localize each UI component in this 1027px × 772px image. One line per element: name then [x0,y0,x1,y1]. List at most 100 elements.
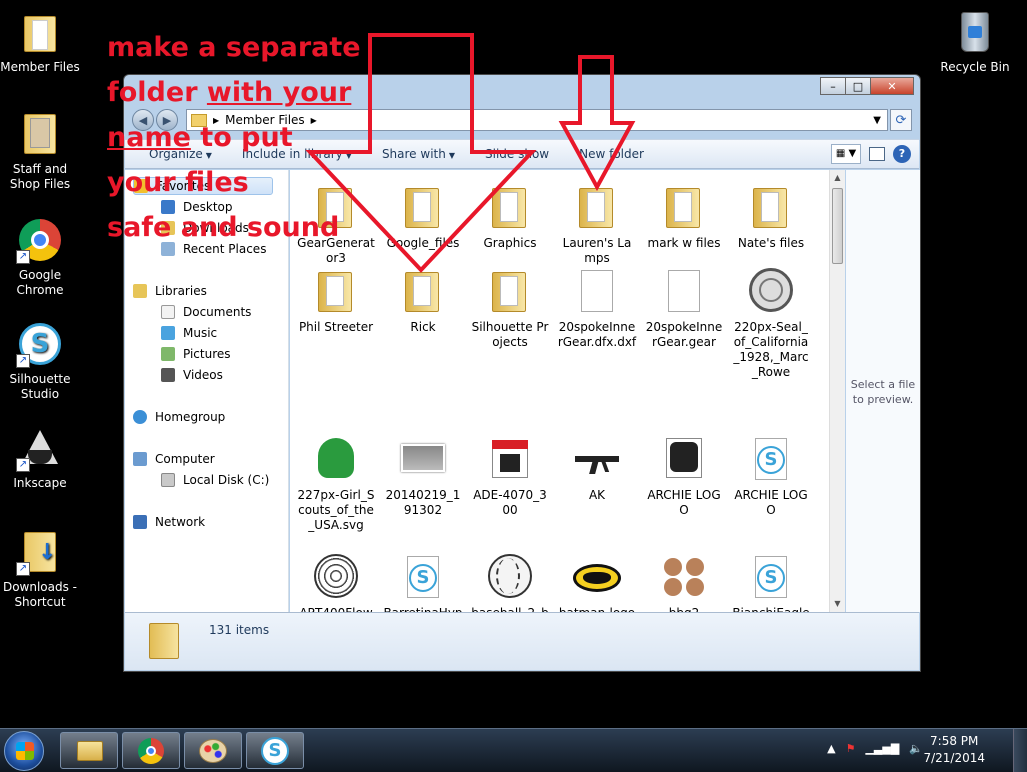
vertical-scrollbar[interactable]: ▲ ▼ [829,170,845,612]
file-item[interactable]: 220px-Seal_of_California_1928,_Marc_Rowe [731,268,811,380]
maximize-button[interactable]: □ [845,77,871,95]
taskbar-explorer[interactable] [60,732,118,769]
taskbar-silhouette[interactable]: S [246,732,304,769]
include-in-library-button[interactable]: Include in library ▼ [242,147,352,161]
nav-label: Homegroup [155,410,226,424]
file-item[interactable]: Lauren's Lamps [557,184,637,266]
nav-recent-places[interactable]: Recent Places [161,240,266,258]
share-with-button[interactable]: Share with ▼ [382,147,455,161]
nav-label: Libraries [155,284,207,298]
file-item[interactable]: mark w files [644,184,724,251]
file-item[interactable]: bbq2 [644,554,724,612]
pictures-icon [161,347,175,361]
preview-pane-icon[interactable] [869,147,885,161]
new-folder-button[interactable]: New folder [579,147,644,161]
desktop-icon-recycle-bin[interactable]: Recycle Bin [935,8,1015,75]
document-icon [573,268,621,316]
folder-icon [399,184,447,232]
danger-sign-icon [486,436,534,484]
close-button[interactable]: ✕ [870,77,914,95]
photo-icon [399,436,447,484]
file-item[interactable]: 20140219_191302 [383,436,463,518]
back-button[interactable]: ◀ [132,109,154,131]
nav-homegroup[interactable]: Homegroup [133,408,225,426]
taskbar-paint[interactable] [184,732,242,769]
file-item[interactable]: Nate's files [731,184,811,251]
file-item[interactable]: SBianchiEagle [731,554,811,612]
file-item[interactable]: 20spokeInnerGear.gear [644,268,724,350]
libraries-icon [133,284,147,298]
file-item[interactable]: SBarretinaHyperLIte-20120103 - 14 [383,554,463,612]
nav-libraries[interactable]: Libraries [133,282,207,300]
file-label: Rick [410,320,436,334]
preview-message: Select a file to preview. [850,378,916,406]
nav-favorites[interactable]: Favorites [133,177,273,195]
desktop-icon-inkscape[interactable]: ↗ Inkscape [0,424,80,491]
file-item[interactable]: batman-logo-big [557,554,637,612]
file-item[interactable]: Google_files [383,184,463,251]
help-icon[interactable]: ? [893,145,911,163]
nav-label: Videos [183,368,223,382]
address-bar[interactable]: ▶ Member Files ▶ ▼ [186,109,888,131]
file-item[interactable]: Silhouette Projects [470,268,550,350]
minimize-button[interactable]: – [820,77,846,95]
view-options-icon[interactable]: ▦ ▼ [831,144,861,164]
file-item[interactable]: ART400FlowerOfLife [296,554,376,612]
nav-pictures[interactable]: Pictures [161,345,231,363]
file-item[interactable]: ADE-4070_300 [470,436,550,518]
desktop-icon-google-chrome[interactable]: ↗ Google Chrome [0,216,80,298]
desktop-icon-staff-shop-files[interactable]: Staff and Shop Files [0,110,80,192]
folder-icon [660,184,708,232]
file-label: Silhouette Projects [471,320,549,349]
folder-icon [573,184,621,232]
file-item[interactable]: GearGenerator3 [296,184,376,266]
file-item[interactable]: AK [557,436,637,503]
logo-image-icon [660,436,708,484]
scroll-thumb[interactable] [832,188,843,264]
silhouette-icon: S [261,737,289,765]
file-item[interactable]: Phil Streeter [296,268,376,335]
nav-videos[interactable]: Videos [161,366,223,384]
file-item[interactable]: Graphics [470,184,550,251]
show-hidden-icons-icon[interactable]: ▲ [827,742,835,755]
chevron-down-icon[interactable]: ▼ [873,115,887,126]
clock[interactable]: 7:58 PM 7/21/2014 [923,733,985,767]
nav-computer[interactable]: Computer [133,450,215,468]
scroll-down-icon[interactable]: ▼ [830,596,845,612]
desktop-icon-member-files[interactable]: Member Files [0,8,80,75]
file-item[interactable]: ARCHIE LOGO [644,436,724,518]
flag-warning-icon[interactable]: ⚑ [846,742,856,755]
forward-button[interactable]: ▶ [156,109,178,131]
organize-button[interactable]: Organize ▼ [149,147,212,161]
nav-documents[interactable]: Documents [161,303,251,321]
file-item[interactable]: S ARCHIE LOGO [731,436,811,518]
desktop-icon-silhouette-studio[interactable]: S ↗ Silhouette Studio [0,320,80,402]
taskbar-chrome[interactable] [122,732,180,769]
signal-strength-icon[interactable]: ▁▃▅▇ [865,742,899,755]
slide-show-button[interactable]: Slide show [485,147,549,161]
file-item[interactable]: 227px-Girl_Scouts_of_the_USA.svg [296,436,376,533]
file-item[interactable]: baseball_2_black_white_line_art_christma… [470,554,550,612]
nav-label: Computer [155,452,215,466]
scroll-up-icon[interactable]: ▲ [830,170,845,186]
volume-muted-icon[interactable]: 🔈 [909,742,923,755]
file-item[interactable]: Rick [383,268,463,335]
shortcut-arrow-icon: ↗ [16,354,30,368]
newfolder-label: New folder [579,147,644,161]
show-desktop-button[interactable] [1013,729,1027,772]
nav-desktop[interactable]: Desktop [161,198,233,216]
desktop-icon-downloads-shortcut[interactable]: ↓ ↗ Downloads - Shortcut [0,528,80,610]
nav-local-disk[interactable]: Local Disk (C:) [161,471,269,489]
start-button[interactable] [4,731,44,771]
clock-time: 7:58 PM [930,734,979,748]
nav-network[interactable]: Network [133,513,205,531]
nav-music[interactable]: Music [161,324,217,342]
nav-label: Recent Places [183,242,267,256]
nav-label: Downloads [183,221,249,235]
refresh-button[interactable]: ⟳ [890,109,912,131]
file-item[interactable]: 20spokeInnerGear.dfx.dxf [557,268,637,350]
file-label: 220px-Seal_of_California_1928,_Marc_Rowe [733,320,809,379]
organize-label: Organize [149,147,203,161]
nav-downloads[interactable]: Downloads [161,219,249,237]
flower-of-life-icon [312,554,360,602]
